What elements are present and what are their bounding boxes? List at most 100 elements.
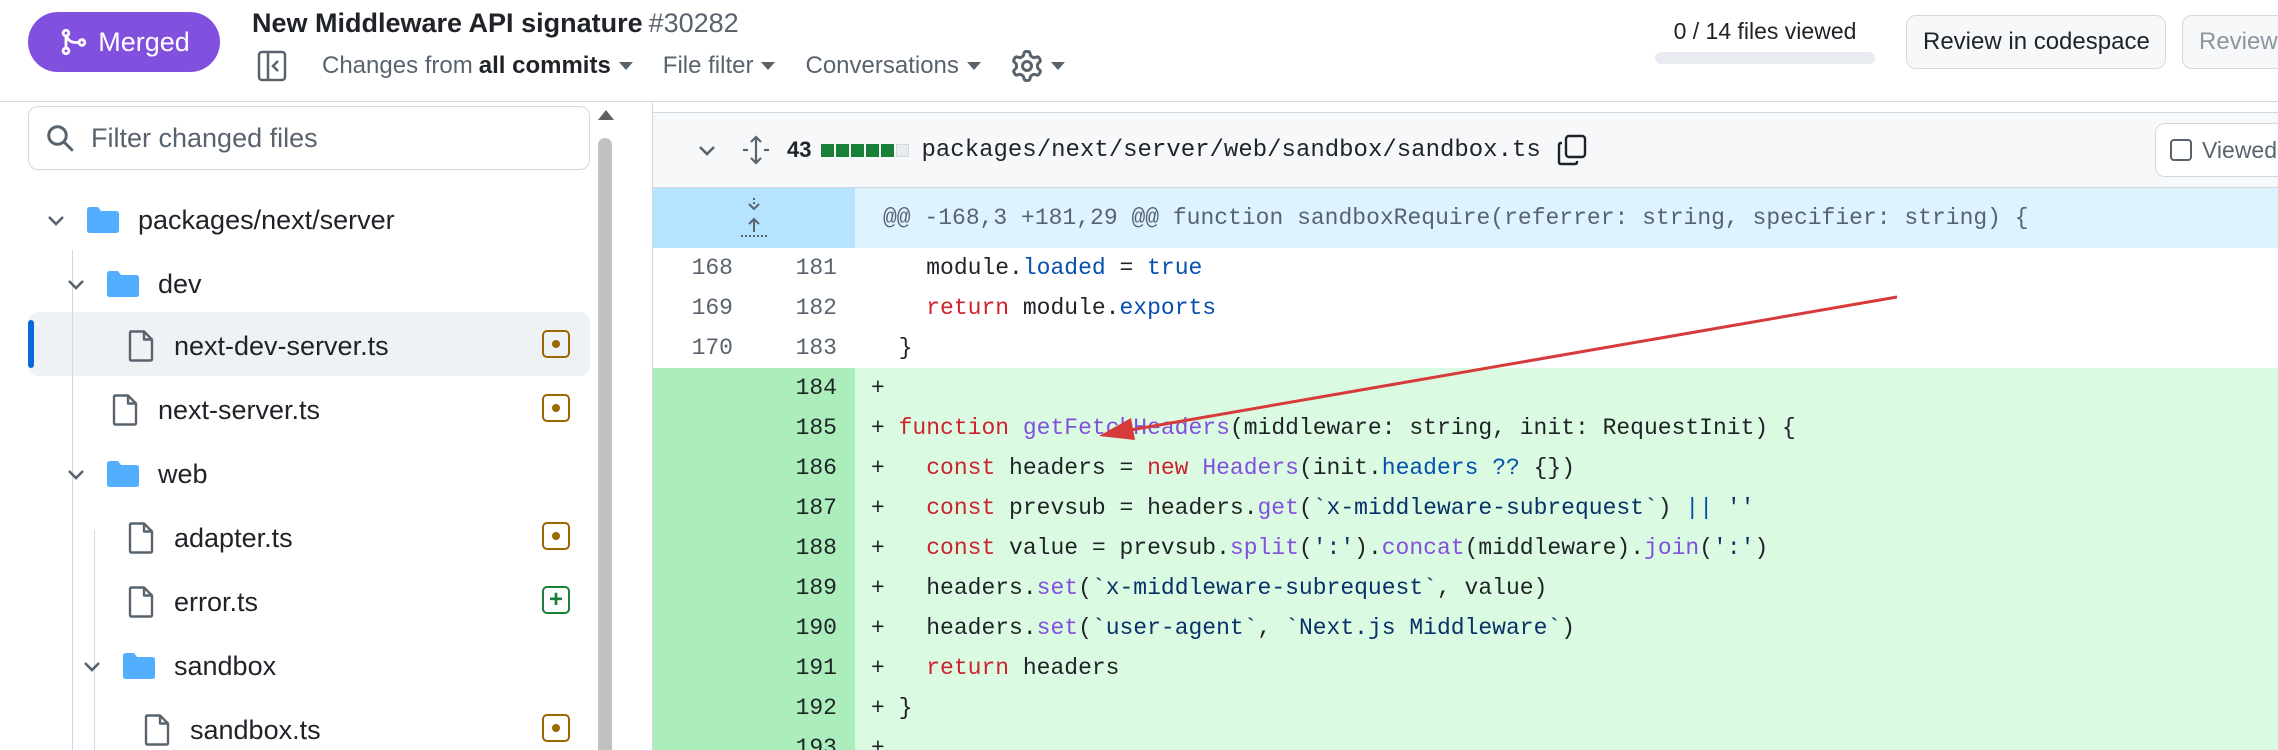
conversations-dropdown[interactable]: Conversations xyxy=(805,52,981,80)
old-line-number[interactable] xyxy=(653,448,733,488)
tree-file-adapter[interactable]: adapter.ts xyxy=(128,508,293,568)
tree-folder-dev[interactable]: dev xyxy=(64,254,202,314)
tree-folder-sandbox[interactable]: sandbox xyxy=(80,636,276,696)
code-token: split xyxy=(1229,535,1299,561)
tree-item-label: dev xyxy=(158,268,202,299)
old-line-number[interactable] xyxy=(653,488,733,528)
old-line-number[interactable] xyxy=(653,528,733,568)
old-line-number[interactable] xyxy=(653,608,733,648)
code-token: ( xyxy=(1298,535,1313,561)
code-token: headers xyxy=(1381,455,1479,481)
code-content: + const headers = new Headers(init.heade… xyxy=(871,448,1575,488)
expand-up-icon[interactable] xyxy=(653,188,855,248)
new-line-number[interactable]: 190 xyxy=(745,608,837,648)
pr-title-text: New Middleware API signature xyxy=(252,8,643,38)
viewed-checkbox[interactable] xyxy=(2170,139,2192,161)
tree-file-sandbox[interactable]: sandbox.ts xyxy=(144,700,321,750)
tree-item-label: error.ts xyxy=(174,586,259,617)
chevron-down-icon xyxy=(68,280,84,290)
old-line-number[interactable] xyxy=(653,368,733,408)
tree-folder-web[interactable]: web xyxy=(64,444,208,504)
scroll-up-arrow-icon[interactable] xyxy=(598,110,614,120)
viewed-checkbox-button[interactable]: Viewed xyxy=(2155,123,2278,177)
tree-file-next-dev-server[interactable]: next-dev-server.ts xyxy=(128,316,389,376)
chevron-down-icon[interactable] xyxy=(695,138,719,162)
code-token: return xyxy=(926,655,1010,681)
old-line-number[interactable] xyxy=(653,688,733,728)
new-line-number[interactable]: 189 xyxy=(745,568,837,608)
new-line-number[interactable]: 184 xyxy=(745,368,837,408)
diff-settings-button[interactable] xyxy=(1011,50,1065,82)
copy-icon[interactable] xyxy=(1557,134,1587,166)
code-token: headers = xyxy=(995,455,1148,481)
old-line-number[interactable]: 168 xyxy=(653,248,733,288)
new-line-number[interactable]: 192 xyxy=(745,688,837,728)
git-merge-icon xyxy=(61,28,87,56)
tree-file-next-server[interactable]: next-server.ts xyxy=(112,380,320,440)
review-in-codespace-button[interactable]: Review in codespace xyxy=(1906,15,2166,69)
chevron-down-icon xyxy=(618,62,633,70)
old-line-number[interactable]: 170 xyxy=(653,328,733,368)
chevron-down-icon xyxy=(84,662,100,672)
file-icon xyxy=(144,714,170,746)
diff-added-line: 187 + const prevsub = headers.get(`x-midd… xyxy=(653,488,2278,528)
file-icon xyxy=(128,586,154,618)
old-line-number[interactable] xyxy=(653,408,733,448)
viewed-label: Viewed xyxy=(2202,136,2278,163)
code-token: ?? xyxy=(1492,455,1520,481)
file-modified-icon xyxy=(542,714,570,742)
file-filter-dropdown[interactable]: File filter xyxy=(663,52,776,80)
file-tree-sidebar: packages/next/server dev next-dev-server… xyxy=(0,102,650,750)
tree-file-error[interactable]: error.ts xyxy=(128,572,258,632)
new-line-number[interactable]: 182 xyxy=(745,288,837,328)
new-line-number[interactable]: 191 xyxy=(745,648,837,688)
code-token: ':' xyxy=(1713,535,1755,561)
code-token: || xyxy=(1685,495,1714,521)
old-line-number[interactable]: 169 xyxy=(653,288,733,328)
code-token: ':' xyxy=(1312,535,1355,561)
code-token: {}) xyxy=(1519,455,1576,481)
sidebar-scrollbar-thumb[interactable] xyxy=(598,138,612,750)
old-line-number[interactable] xyxy=(653,568,733,608)
code-content: module.loaded = true xyxy=(871,248,1202,288)
code-token: headers. xyxy=(898,615,1037,641)
diff-added-line: 188 + const value = prevsub.split(':').co… xyxy=(653,528,2278,568)
code-content: + } xyxy=(871,688,912,728)
code-token: headers xyxy=(1009,655,1120,681)
new-line-number[interactable]: 193 xyxy=(745,728,837,750)
gear-icon xyxy=(1012,50,1042,82)
diff-added-line: 191 + return headers xyxy=(653,648,2278,688)
code-token: Headers xyxy=(1202,455,1299,481)
diff-change-count: 43 xyxy=(787,137,812,162)
changes-from-dropdown[interactable]: Changes from all commits xyxy=(322,52,633,80)
diff-prefix: + xyxy=(871,455,885,481)
new-line-number[interactable]: 185 xyxy=(745,408,837,448)
new-line-number[interactable]: 187 xyxy=(745,488,837,528)
file-icon xyxy=(128,330,154,362)
diff-added-line: 185 + function getFetchHeaders(middleware… xyxy=(653,408,2278,448)
diffstat-neutral-block xyxy=(896,143,910,157)
new-line-number[interactable]: 183 xyxy=(745,328,837,368)
filter-files-input[interactable] xyxy=(91,122,551,154)
filter-files-box[interactable] xyxy=(28,106,590,170)
code-token: = xyxy=(1105,255,1148,281)
tree-folder-packages-next-server[interactable]: packages/next/server xyxy=(44,190,395,250)
old-line-number[interactable] xyxy=(653,648,733,688)
unfold-icon[interactable] xyxy=(741,135,771,165)
code-token: ). xyxy=(1354,535,1382,561)
diff-file-path[interactable]: packages/next/server/web/sandbox/sandbox… xyxy=(921,137,1540,164)
old-line-number[interactable] xyxy=(653,728,733,750)
new-line-number[interactable]: 186 xyxy=(745,448,837,488)
diff-added-line: 186 + const headers = new Headers(init.he… xyxy=(653,448,2278,488)
file-added-icon: + xyxy=(542,586,570,614)
new-line-number[interactable]: 188 xyxy=(745,528,837,568)
code-token: ( xyxy=(1699,535,1714,561)
sidebar-collapse-icon[interactable] xyxy=(252,46,292,86)
conversations-label: Conversations xyxy=(805,52,959,79)
review-changes-button[interactable]: Review changes xyxy=(2182,15,2278,69)
new-line-number[interactable]: 181 xyxy=(745,248,837,288)
merged-label: Merged xyxy=(98,26,190,57)
code-token: const xyxy=(926,495,996,521)
